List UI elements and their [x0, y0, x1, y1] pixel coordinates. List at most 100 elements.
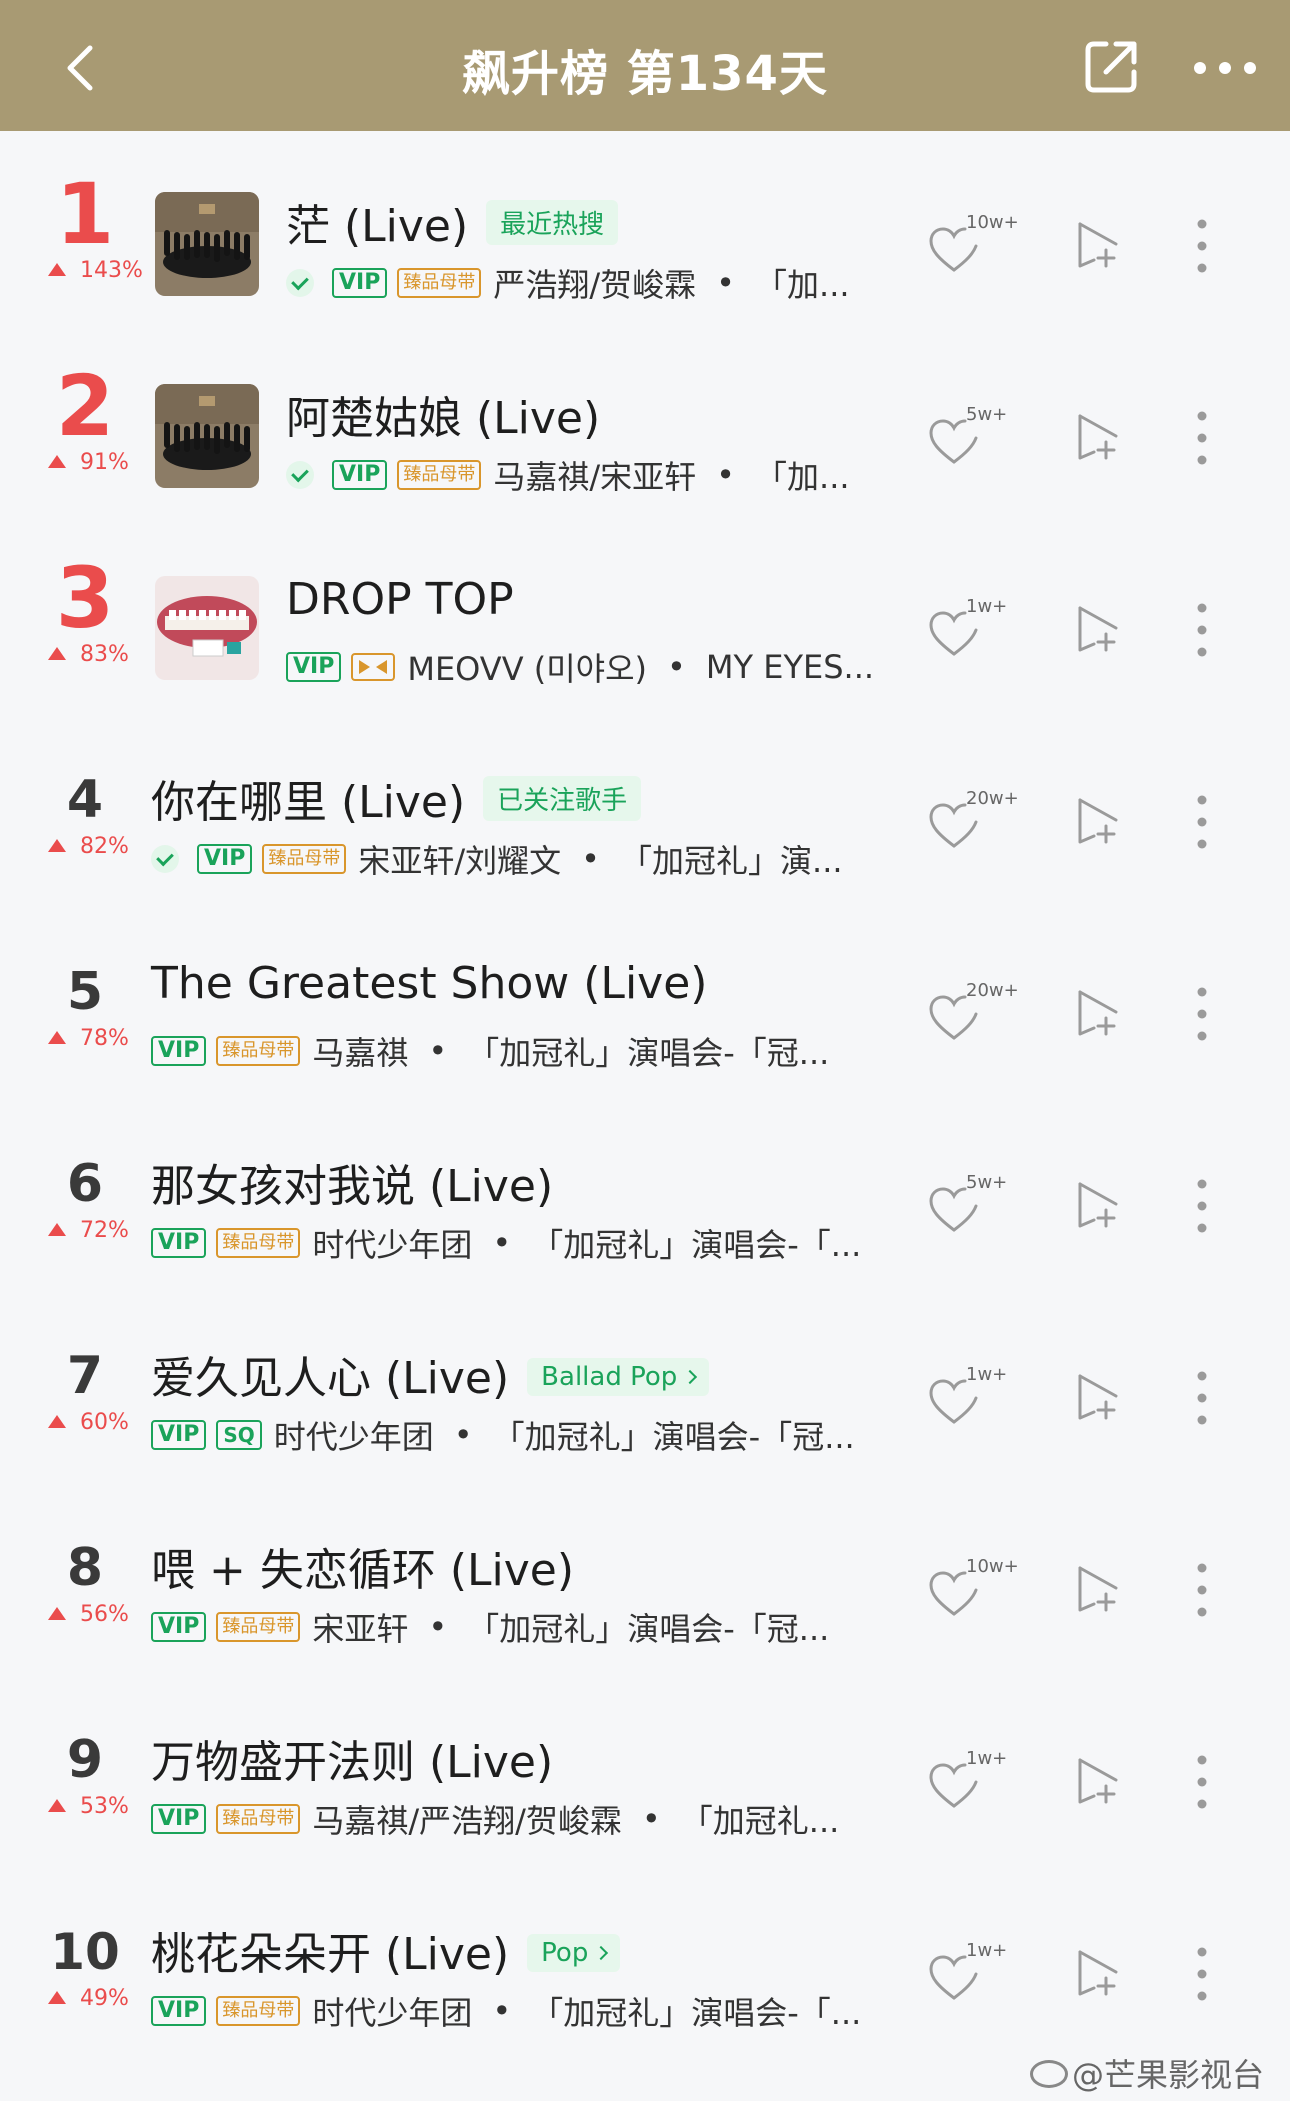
add-to-playlist-icon[interactable]: [1072, 1372, 1122, 1422]
song-row[interactable]: 2 91% 阿楚姑娘 (Live) VIP 臻品母带 马嘉祺/宋亚轩 • 「加... 5w+: [0, 342, 1290, 534]
song-title-line[interactable]: 茫 (Live) 最近热搜: [286, 190, 619, 254]
like-button[interactable]: 10w+: [928, 212, 1019, 282]
vip-badge: VIP: [151, 1996, 207, 2026]
like-button[interactable]: 5w+: [928, 1172, 1018, 1242]
song-meta: VIP 臻品母带 马嘉祺/严浩翔/贺峻霖 • 「加冠礼...: [151, 1796, 839, 1842]
song-tag[interactable]: Pop: [527, 1934, 621, 1972]
album-cover[interactable]: [155, 384, 259, 488]
song-row[interactable]: 5 78% The Greatest Show (Live) VIP 臻品母带 马嘉祺 • 「…: [0, 918, 1290, 1110]
song-title-line[interactable]: 阿楚姑娘 (Live): [286, 382, 600, 446]
album-name[interactable]: 「加冠礼」演唱会-「冠...: [467, 1604, 829, 1650]
up-arrow-icon: [48, 647, 66, 660]
add-to-playlist-icon[interactable]: [1072, 1948, 1122, 1998]
share-icon[interactable]: [1080, 36, 1142, 98]
master-quality-badge: 臻品母带: [216, 1036, 301, 1066]
album-name[interactable]: MY EYES...: [706, 648, 874, 686]
song-tag[interactable]: 最近热搜: [486, 200, 619, 245]
song-title-line[interactable]: 喂 + 失恋循环 (Live): [151, 1534, 574, 1598]
like-button[interactable]: 1w+: [928, 1940, 1018, 2010]
song-tag[interactable]: Ballad Pop: [527, 1358, 710, 1396]
row-more-icon[interactable]: [1192, 794, 1212, 850]
like-button[interactable]: 1w+: [928, 596, 1018, 666]
add-to-playlist-icon[interactable]: [1072, 220, 1122, 270]
row-more-icon[interactable]: [1192, 1754, 1212, 1810]
vip-badge: VIP: [151, 1036, 207, 1066]
row-more-icon[interactable]: [1192, 986, 1212, 1042]
more-icon[interactable]: [1190, 56, 1260, 80]
artist-name[interactable]: 严浩翔/贺峻霖: [493, 260, 696, 306]
heart-icon: [929, 419, 978, 464]
song-tag[interactable]: 已关注歌手: [483, 776, 642, 821]
rank-change: 56%: [48, 1602, 129, 1627]
add-to-playlist-icon[interactable]: [1072, 1180, 1122, 1230]
like-button[interactable]: 20w+: [928, 788, 1019, 858]
album-name[interactable]: 「加冠礼」演唱会-「...: [531, 1220, 861, 1266]
song-title-line[interactable]: 桃花朵朵开 (Live) Pop: [151, 1918, 621, 1982]
like-button[interactable]: 1w+: [928, 1748, 1018, 1818]
row-more-icon[interactable]: [1192, 1562, 1212, 1618]
artist-name[interactable]: 宋亚轩/刘耀文: [358, 836, 561, 882]
song-title: DROP TOP: [286, 574, 514, 625]
song-title-line[interactable]: 那女孩对我说 (Live): [151, 1150, 553, 1214]
song-row[interactable]: 6 72% 那女孩对我说 (Live) VIP 臻品母带 时代少年团 • 「加冠礼」演唱会-「…: [0, 1110, 1290, 1302]
heart-icon: [929, 995, 978, 1040]
artist-name[interactable]: 时代少年团: [312, 1220, 472, 1266]
artist-name[interactable]: 马嘉祺: [312, 1028, 408, 1074]
album-cover[interactable]: [155, 192, 259, 296]
like-button[interactable]: 1w+: [928, 1364, 1018, 1434]
row-more-icon[interactable]: [1192, 1178, 1212, 1234]
song-meta: VIP 臻品母带 马嘉祺 • 「加冠礼」演唱会-「冠...: [151, 1028, 829, 1074]
song-meta: VIP 臻品母带 马嘉祺/宋亚轩 • 「加...: [286, 452, 850, 498]
song-row[interactable]: 10 49% 桃花朵朵开 (Live) Pop VIP 臻品母带 时代少年团 • 「加冠礼」演唱…: [0, 1878, 1290, 2070]
row-more-icon[interactable]: [1192, 1946, 1212, 2002]
artist-name[interactable]: MEOVV (미야오): [407, 644, 647, 690]
song-meta: VIP MEOVV (미야오) • MY EYES...: [286, 644, 874, 690]
weibo-icon: [1030, 2060, 1068, 2088]
song-title-line[interactable]: DROP TOP: [286, 574, 514, 625]
heart-icon: [929, 1571, 978, 1616]
like-button[interactable]: 20w+: [928, 980, 1019, 1050]
artist-name[interactable]: 宋亚轩: [312, 1604, 408, 1650]
song-tag-label: 最近热搜: [500, 210, 605, 240]
album-name[interactable]: 「加冠礼」演唱会-「冠...: [493, 1412, 855, 1458]
song-row[interactable]: 3 83% DROP TOP VIP MEOVV (미야오) • MY EYES... 1…: [0, 534, 1290, 726]
album-name[interactable]: 「加冠礼」演唱会-「冠...: [467, 1028, 829, 1074]
rank-change: 91%: [48, 450, 129, 475]
row-more-icon[interactable]: [1192, 410, 1212, 466]
row-more-icon[interactable]: [1192, 602, 1212, 658]
song-row[interactable]: 1 143% 茫 (Live) 最近热搜 VIP 臻品母带 严浩翔/贺峻霖 • 「加... 1…: [0, 150, 1290, 342]
song-title-line[interactable]: 万物盛开法则 (Live): [151, 1726, 553, 1790]
add-to-playlist-icon[interactable]: [1072, 796, 1122, 846]
add-to-playlist-icon[interactable]: [1072, 1564, 1122, 1614]
artist-name[interactable]: 马嘉祺/宋亚轩: [493, 452, 696, 498]
song-title-line[interactable]: The Greatest Show (Live): [151, 958, 707, 1009]
add-to-playlist-icon[interactable]: [1072, 988, 1122, 1038]
album-name[interactable]: 「加冠礼」演唱会-「...: [531, 1988, 861, 2034]
artist-name[interactable]: 时代少年团: [312, 1988, 472, 2034]
like-button[interactable]: 10w+: [928, 1556, 1019, 1626]
song-row[interactable]: 7 60% 爱久见人心 (Live) Ballad Pop VIP SQ 时代少年团 • 「加冠…: [0, 1302, 1290, 1494]
rank-number: 8: [66, 1538, 104, 1598]
song-title-line[interactable]: 你在哪里 (Live) 已关注歌手: [151, 766, 642, 830]
album-name[interactable]: 「加冠礼」演...: [620, 836, 843, 882]
add-to-playlist-icon[interactable]: [1072, 604, 1122, 654]
like-button[interactable]: 5w+: [928, 404, 1018, 474]
rank-change: 53%: [48, 1794, 129, 1819]
song-title-line[interactable]: 爱久见人心 (Live) Ballad Pop: [151, 1342, 710, 1406]
row-more-icon[interactable]: [1192, 218, 1212, 274]
song-row[interactable]: 9 53% 万物盛开法则 (Live) VIP 臻品母带 马嘉祺/严浩翔/贺峻霖 • 「加冠礼…: [0, 1686, 1290, 1878]
artist-name[interactable]: 时代少年团: [274, 1412, 434, 1458]
chevron-right-icon: [594, 1945, 609, 1961]
up-arrow-icon: [48, 1223, 66, 1236]
album-name[interactable]: 「加冠礼...: [681, 1796, 840, 1842]
artist-name[interactable]: 马嘉祺/严浩翔/贺峻霖: [312, 1796, 622, 1842]
song-row[interactable]: 4 82% 你在哪里 (Live) 已关注歌手 VIP 臻品母带 宋亚轩/刘耀文 • 「加冠礼」…: [0, 726, 1290, 918]
album-name[interactable]: 「加...: [755, 452, 850, 498]
song-row[interactable]: 8 56% 喂 + 失恋循环 (Live) VIP 臻品母带 宋亚轩 • 「加冠礼」演唱会-「…: [0, 1494, 1290, 1686]
add-to-playlist-icon[interactable]: [1072, 1756, 1122, 1806]
vip-badge: VIP: [151, 1612, 207, 1642]
album-cover[interactable]: [155, 576, 259, 680]
add-to-playlist-icon[interactable]: [1072, 412, 1122, 462]
row-more-icon[interactable]: [1192, 1370, 1212, 1426]
album-name[interactable]: 「加...: [755, 260, 850, 306]
